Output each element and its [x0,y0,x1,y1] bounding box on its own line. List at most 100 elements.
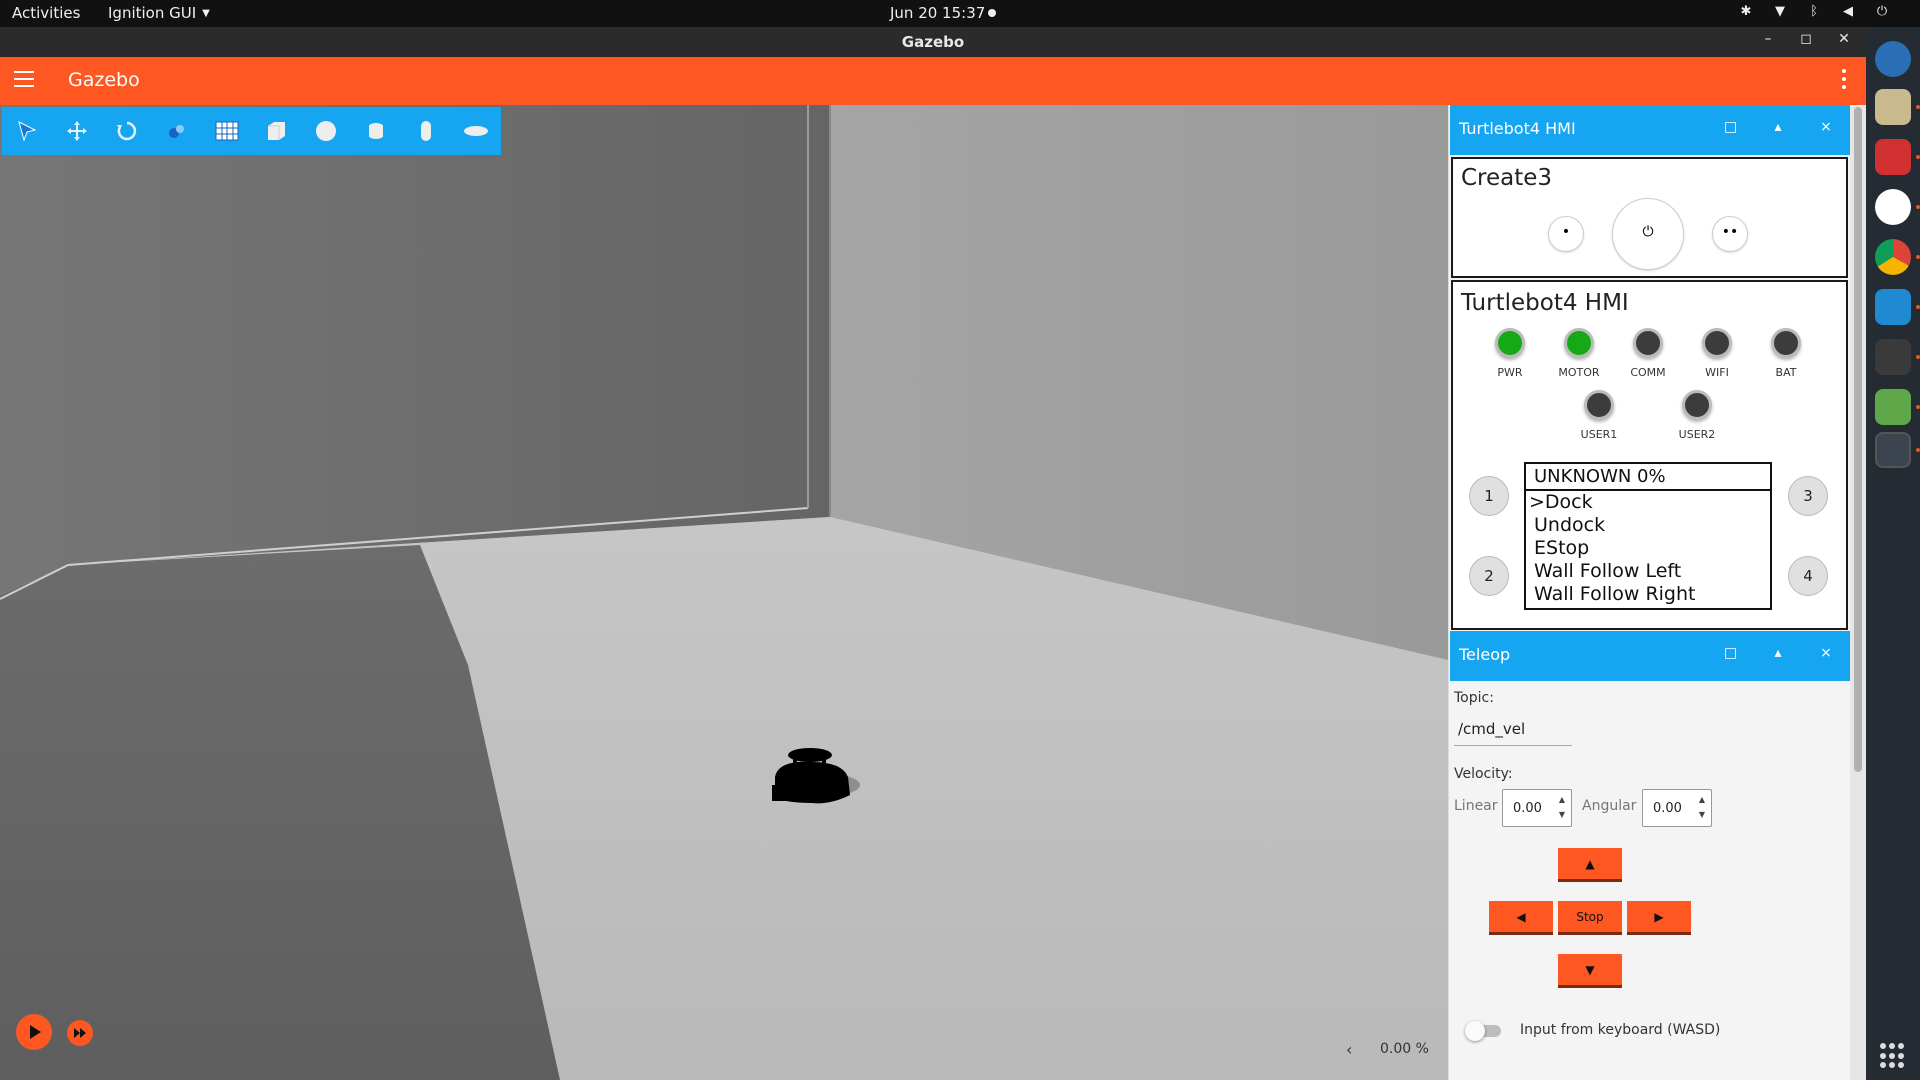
window-controls: – ◻ ✕ [1760,31,1852,51]
app-header: Gazebo [0,57,1866,105]
angular-velocity-value: 0.00 [1653,801,1682,816]
clock[interactable]: Jun 20 15:37 [890,4,985,22]
window-title: Gazebo [901,33,965,51]
close-icon[interactable]: × [1820,645,1832,661]
keyboard-input-toggle[interactable] [1465,1020,1505,1041]
topic-input[interactable] [1454,712,1572,746]
stop-button[interactable]: Stop [1558,901,1622,935]
app-menu[interactable]: Ignition GUI ▼ [108,4,210,22]
hmi-button-3[interactable]: 3 [1788,476,1828,516]
teleop-plugin-header: Teleop □ ▴ × [1450,631,1850,681]
led-wifi [1702,328,1732,358]
teleop-title: Teleop [1459,645,1511,664]
running-indicator [1916,305,1920,309]
view-angle-icon[interactable] [152,107,202,155]
bluetooth-icon[interactable]: ᛒ [1806,4,1822,20]
float-window-icon[interactable]: □ [1724,119,1737,135]
right-button[interactable]: ▶ [1627,901,1691,935]
led-label-bat: BAT [1775,366,1797,379]
running-indicator [1916,155,1920,159]
display-menu-item: Undock [1534,514,1606,536]
spin-up-icon[interactable]: ▲ [1699,795,1705,804]
close-icon[interactable]: × [1820,119,1832,135]
power-icon[interactable]: ⏻ [1874,4,1890,20]
forward-button[interactable]: ▲ [1558,848,1622,882]
running-indicator [1916,355,1920,359]
create3-title: Create3 [1461,165,1553,191]
window-title-bar: Gazebo – ◻ ✕ [0,27,1866,57]
image-editor-icon[interactable] [1875,389,1911,425]
led-label-wifi: WIFI [1705,366,1729,379]
float-window-icon[interactable]: □ [1724,645,1737,661]
play-icon [30,1025,41,1039]
linear-velocity-spinbox[interactable]: 0.00 ▲ ▼ [1502,789,1572,827]
vscode-icon[interactable] [1875,289,1911,325]
minimize-icon[interactable]: – [1760,31,1776,51]
display-menu-item: Wall Follow Right [1534,583,1696,605]
chrome-icon[interactable] [1875,239,1911,275]
box-icon[interactable] [252,107,302,155]
hamburger-menu-icon[interactable] [14,71,34,89]
running-indicator [1916,448,1920,452]
select-icon[interactable] [2,107,52,155]
led-label-user1: USER1 [1580,428,1618,441]
spin-down-icon[interactable]: ▼ [1699,810,1705,819]
app-title: Gazebo [68,69,140,91]
scrollbar-thumb[interactable] [1854,107,1862,772]
volume-icon[interactable]: ◀ [1840,4,1856,20]
create3-power-button[interactable]: ⏻ [1612,198,1684,270]
files-icon[interactable] [1875,89,1911,125]
capsule-icon[interactable] [401,107,451,155]
step-forward-button[interactable] [67,1020,93,1046]
wifi-icon[interactable]: ▼ [1772,4,1788,20]
collapse-icon[interactable]: ▴ [1772,645,1784,661]
chevron-down-icon: ▼ [202,7,210,19]
create3-button-1[interactable]: • [1548,216,1584,252]
chevron-left-icon[interactable]: ‹ [1346,1040,1352,1059]
sphere-icon[interactable] [301,107,351,155]
panel-scrollbar[interactable] [1850,105,1866,1080]
create3-button-2[interactable]: •• [1712,216,1748,252]
grid-icon[interactable] [202,107,252,155]
hmi-button-2[interactable]: 2 [1469,556,1509,596]
led-user1 [1584,390,1614,420]
hmi-button-1[interactable]: 1 [1469,476,1509,516]
angular-label: Angular [1582,798,1637,814]
activities-button[interactable]: Activities [12,4,80,22]
translate-icon[interactable] [52,107,102,155]
linear-velocity-value: 0.00 [1513,801,1542,816]
cylinder-icon[interactable] [351,107,401,155]
more-options-icon[interactable] [1842,69,1848,93]
system-top-bar: Activities Ignition GUI ▼ Jun 20 15:37 ✱… [0,0,1920,27]
slack-icon[interactable] [1875,189,1911,225]
app-red-icon[interactable] [1875,139,1911,175]
show-applications-icon[interactable] [1880,1043,1906,1069]
slack-tray-icon[interactable]: ✱ [1738,4,1754,20]
running-indicator [1916,405,1920,409]
rotate-icon[interactable] [102,107,152,155]
display-status: UNKNOWN 0% [1526,464,1770,491]
play-button[interactable] [16,1014,52,1050]
hmi-button-4[interactable]: 4 [1788,556,1828,596]
left-button[interactable]: ◀ [1489,901,1553,935]
spin-up-icon[interactable]: ▲ [1559,795,1565,804]
terminal-icon[interactable] [1875,339,1911,375]
fast-forward-icon [74,1028,86,1038]
led-label-motor: MOTOR [1558,366,1600,379]
3d-scene-view[interactable] [0,105,1448,1080]
real-time-factor: 0.00 % [1380,1041,1429,1057]
backward-button[interactable]: ▼ [1558,954,1622,988]
system-tray[interactable]: ✱ ▼ ᛒ ◀ ⏻ [1738,4,1890,20]
running-indicator [1916,105,1920,109]
maximize-icon[interactable]: ◻ [1798,31,1814,51]
gazebo-icon[interactable] [1875,432,1911,468]
ellipsoid-icon[interactable] [451,107,501,155]
thunderbird-icon[interactable] [1875,41,1911,77]
close-icon[interactable]: ✕ [1836,31,1852,51]
led-bat [1771,328,1801,358]
collapse-icon[interactable]: ▴ [1772,119,1784,135]
angular-velocity-spinbox[interactable]: 0.00 ▲ ▼ [1642,789,1712,827]
spin-down-icon[interactable]: ▼ [1559,810,1565,819]
notification-dot-icon [988,9,996,17]
topic-label: Topic: [1454,690,1494,706]
